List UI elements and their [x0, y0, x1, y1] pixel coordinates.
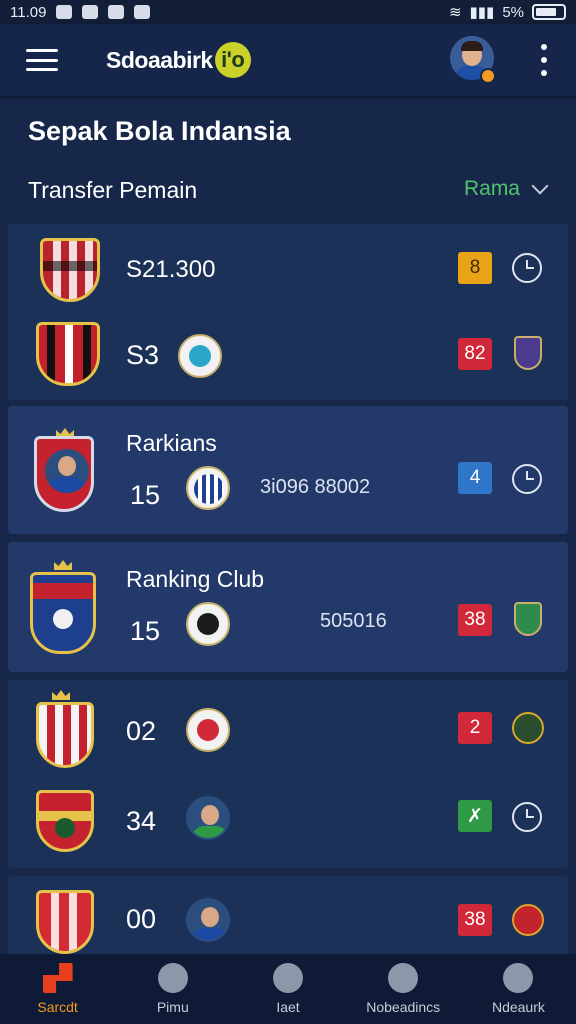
crown-icon	[54, 560, 72, 570]
club-crest-icon	[36, 890, 94, 954]
transfer-card[interactable]: 02 2 34 ✗	[8, 680, 568, 868]
player-count: 15	[130, 480, 161, 510]
bottom-nav: Sarcdt Pimu Iaet Nobeadincs Ndeaurk	[0, 954, 576, 1024]
settings-icon	[108, 5, 125, 19]
menu-icon[interactable]	[26, 49, 58, 71]
status-bar: 11.09 ≋ ▮▮▮ 5%	[0, 0, 576, 24]
status-badge: 4	[458, 462, 492, 494]
list-item[interactable]: 02 2	[8, 680, 568, 774]
nav-item-iaet[interactable]: Iaet	[230, 954, 345, 1024]
app-bar: Sdoaabirk i'o	[0, 24, 576, 96]
list-item[interactable]: S3 82	[8, 312, 568, 400]
filter-dropdown[interactable]: Rama	[463, 177, 549, 201]
transfer-count: 34	[126, 806, 157, 836]
list-item[interactable]: Ranking Club 15 505016 38	[8, 542, 568, 672]
list-item[interactable]: Rarkians 15 3i096 88002 4	[8, 406, 568, 534]
nav-label: Pimu	[156, 999, 189, 1015]
transfer-count: S3	[126, 340, 160, 370]
club-crest-icon	[36, 322, 100, 386]
club-crest-icon	[40, 238, 100, 302]
check-icon	[388, 963, 419, 993]
club-crest-icon[interactable]	[514, 602, 542, 636]
nav-label: Sarcdt	[37, 999, 78, 1015]
list-item[interactable]: 34 ✗	[8, 774, 568, 868]
team-logo-icon	[186, 708, 230, 752]
club-crest-icon	[36, 790, 94, 852]
page-title: Sepak Bola Indansia	[28, 116, 291, 146]
clock-icon[interactable]	[512, 802, 542, 832]
transfer-value: 3i096 88002	[260, 476, 371, 498]
brand-name: Sdoaabirk	[106, 46, 213, 73]
section-title: Transfer Pemain	[28, 177, 198, 203]
nav-item-ndeaurk[interactable]: Ndeaurk	[461, 954, 576, 1024]
nav-label: Nobeadincs	[366, 999, 441, 1015]
nav-item-pimu[interactable]: Pimu	[115, 954, 230, 1024]
shield-icon	[157, 963, 188, 993]
transfer-card[interactable]: Rarkians 15 3i096 88002 4	[8, 406, 568, 534]
player-photo	[186, 898, 230, 942]
player-photo	[34, 436, 94, 512]
ball-icon[interactable]	[512, 712, 544, 744]
message-icon	[134, 5, 151, 19]
trophy-icon	[503, 963, 534, 993]
transfer-card[interactable]: S21.300 8 S3 82	[8, 224, 568, 400]
transfer-value: S21.300	[126, 256, 216, 283]
section-label: Rarkians	[126, 430, 217, 456]
list-item[interactable]: 00 38	[8, 876, 568, 954]
transfer-value: 505016	[320, 610, 387, 632]
signal-icon: ▮▮▮	[469, 4, 495, 21]
club-crest-icon	[36, 702, 94, 768]
status-badge: 2	[458, 712, 492, 744]
avatar-status-dot	[480, 68, 496, 84]
filter-label: Rama	[463, 177, 520, 200]
clock-icon[interactable]	[512, 253, 542, 283]
home-icon	[42, 963, 73, 993]
more-options-icon[interactable]	[540, 44, 548, 76]
status-badge: 38	[458, 904, 492, 936]
club-crest-icon	[30, 572, 96, 654]
gallery-icon	[82, 5, 99, 19]
status-badge: 82	[458, 338, 492, 370]
transfer-count: 00	[126, 904, 157, 934]
status-badge: 8	[458, 252, 492, 284]
list-item[interactable]: S21.300 8	[8, 224, 568, 312]
nav-label: Ndeaurk	[491, 999, 545, 1015]
app-brand: Sdoaabirk i'o	[106, 42, 251, 78]
team-logo-icon	[186, 466, 230, 510]
nav-label: Iaet	[276, 999, 300, 1015]
player-photo	[186, 796, 230, 840]
wifi-icon: ≋	[448, 4, 462, 21]
club-crest-icon[interactable]	[514, 336, 542, 370]
nav-item-home[interactable]: Sarcdt	[0, 954, 115, 1024]
section-label: Ranking Club	[126, 566, 265, 592]
nav-item-nobeadincs[interactable]: Nobeadincs	[346, 954, 461, 1024]
club-count: 15	[130, 616, 161, 646]
star-icon	[273, 963, 303, 993]
status-badge: 38	[458, 604, 492, 636]
chevron-down-icon	[531, 177, 549, 195]
ball-icon[interactable]	[512, 904, 544, 936]
team-logo-icon	[186, 602, 230, 646]
crown-icon	[52, 690, 70, 700]
transfer-card[interactable]: Ranking Club 15 505016 38	[8, 542, 568, 672]
battery-percent: 5%	[502, 3, 524, 21]
battery-icon	[532, 4, 566, 20]
team-logo-icon	[178, 334, 222, 378]
transfer-count: 02	[126, 716, 157, 746]
status-badge: ✗	[458, 800, 492, 832]
clock-icon[interactable]	[512, 464, 542, 494]
transfer-card[interactable]: 00 38	[8, 876, 568, 954]
status-time: 11.09	[10, 3, 47, 21]
notification-icon	[56, 5, 73, 19]
brand-badge-icon: i'o	[214, 42, 251, 78]
